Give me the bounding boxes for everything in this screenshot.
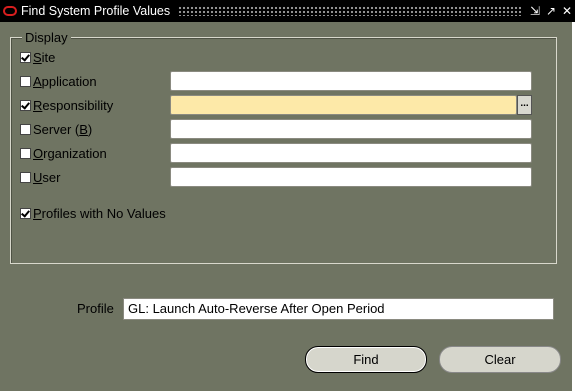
display-group-legend: Display	[22, 30, 71, 45]
server-label: Server (B)	[33, 121, 93, 137]
application-checkbox[interactable]	[20, 75, 31, 87]
profiles-no-values-label: Profiles with No Values	[33, 205, 166, 221]
title-grip[interactable]	[178, 6, 521, 16]
site-checkbox[interactable]	[20, 51, 31, 63]
organization-row[interactable]: Organization	[20, 143, 107, 163]
clear-button[interactable]: Clear	[439, 346, 561, 373]
profiles-no-values-row[interactable]: Profiles with No Values	[20, 203, 166, 223]
minimize-icon[interactable]: ⇲	[527, 0, 543, 22]
server-checkbox[interactable]	[20, 123, 31, 135]
site-row[interactable]: Site	[20, 47, 55, 67]
server-row[interactable]: Server (B)	[20, 119, 92, 139]
title-bar: Find System Profile Values ⇲ ↗ ✕	[0, 0, 575, 22]
maximize-icon[interactable]: ↗	[543, 0, 559, 22]
oracle-logo-icon	[3, 6, 17, 16]
responsibility-row[interactable]: Responsibility	[20, 95, 113, 115]
application-row[interactable]: Application	[20, 71, 97, 91]
organization-field[interactable]	[170, 143, 532, 163]
find-button[interactable]: Find	[305, 346, 427, 373]
dialog-body: Display Site Application Responsibility …	[0, 22, 572, 391]
profiles-no-values-checkbox[interactable]	[20, 207, 31, 219]
user-label: User	[33, 169, 61, 185]
application-field[interactable]	[170, 71, 532, 91]
user-field[interactable]	[170, 167, 532, 187]
user-checkbox[interactable]	[20, 171, 31, 183]
organization-checkbox[interactable]	[20, 147, 31, 159]
server-field[interactable]	[170, 119, 532, 139]
window-title: Find System Profile Values	[21, 4, 171, 18]
responsibility-lov-button[interactable]: ...	[517, 95, 532, 115]
responsibility-label: Responsibility	[33, 97, 114, 113]
profile-field[interactable]: GL: Launch Auto-Reverse After Open Perio…	[123, 298, 554, 320]
application-label: Application	[33, 73, 97, 89]
organization-label: Organization	[33, 145, 107, 161]
profile-label: Profile	[77, 301, 114, 316]
site-label: Site	[33, 49, 56, 65]
close-icon[interactable]: ✕	[559, 0, 575, 22]
responsibility-checkbox[interactable]	[20, 99, 31, 111]
user-row[interactable]: User	[20, 167, 60, 187]
responsibility-field[interactable]	[170, 95, 517, 115]
